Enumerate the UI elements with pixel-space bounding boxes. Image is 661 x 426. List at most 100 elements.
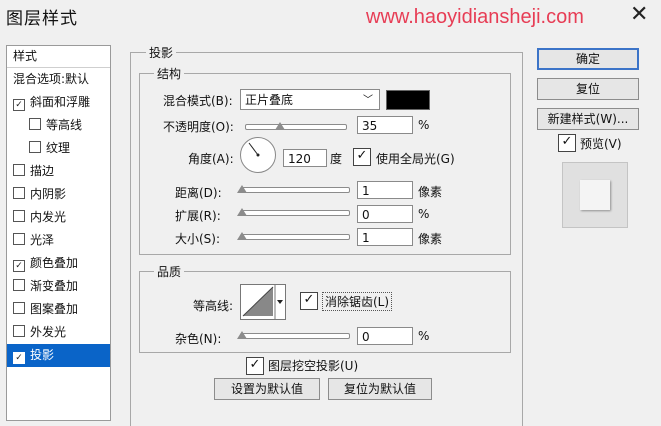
style-item[interactable]: 等高线 bbox=[7, 114, 110, 137]
style-item-checkbox[interactable]: ✓ bbox=[13, 99, 25, 111]
style-item-label: 光泽 bbox=[30, 233, 55, 247]
noise-input[interactable]: 0 bbox=[357, 327, 413, 345]
style-item-checkbox[interactable] bbox=[13, 210, 25, 222]
anti-alias-label[interactable]: 消除锯齿(L) bbox=[322, 292, 393, 311]
opacity-slider-thumb[interactable] bbox=[275, 122, 285, 130]
opacity-label: 不透明度(O): bbox=[163, 120, 234, 134]
style-item-label: 颜色叠加 bbox=[30, 256, 79, 270]
spread-slider[interactable] bbox=[240, 210, 350, 216]
blend-mode-label: 混合模式(B): bbox=[163, 94, 233, 108]
noise-slider[interactable] bbox=[240, 333, 350, 339]
opacity-input[interactable]: 35 bbox=[357, 116, 413, 134]
preview-swatch bbox=[580, 180, 610, 210]
contour-curve-icon bbox=[242, 285, 283, 319]
distance-label: 距离(D): bbox=[175, 186, 222, 200]
style-item-label: 渐变叠加 bbox=[30, 279, 79, 293]
check-icon: ✓ bbox=[303, 292, 315, 307]
opacity-slider[interactable] bbox=[245, 124, 347, 130]
style-item[interactable]: ✓ 斜面和浮雕 bbox=[7, 91, 110, 114]
style-item-label: 图案叠加 bbox=[30, 302, 79, 316]
angle-dial[interactable] bbox=[240, 137, 276, 173]
style-list-header: 样式 bbox=[7, 46, 110, 68]
style-item-checkbox[interactable] bbox=[13, 325, 25, 337]
angle-label: 角度(A): bbox=[188, 152, 234, 166]
size-label: 大小(S): bbox=[175, 232, 221, 246]
style-item[interactable]: 外发光 bbox=[7, 321, 110, 344]
structure-title: 结构 bbox=[154, 65, 185, 82]
style-item-checkbox[interactable] bbox=[13, 164, 25, 176]
global-light-checkbox[interactable]: ✓ bbox=[353, 148, 371, 166]
style-item-label: 投影 bbox=[30, 348, 55, 362]
distance-input[interactable]: 1 bbox=[357, 181, 413, 199]
reset-default-button[interactable]: 复位为默认值 bbox=[328, 378, 432, 400]
preview-label[interactable]: 预览(V) bbox=[580, 135, 622, 152]
quality-title: 品质 bbox=[154, 263, 185, 280]
style-item-checkbox[interactable] bbox=[29, 118, 41, 130]
style-item-checkbox[interactable]: ✓ bbox=[13, 260, 25, 272]
preview-thumbnail bbox=[562, 162, 628, 228]
global-light-label[interactable]: 使用全局光(G) bbox=[376, 150, 455, 167]
distance-slider-thumb[interactable] bbox=[237, 185, 247, 193]
style-item-label: 外发光 bbox=[30, 325, 67, 339]
watermark-text: www.haoyidiansheji.com bbox=[366, 6, 584, 28]
style-item[interactable]: 内阴影 bbox=[7, 183, 110, 206]
style-item-label: 内阴影 bbox=[30, 187, 67, 201]
distance-unit: 像素 bbox=[418, 185, 443, 199]
preview-checkbox[interactable]: ✓ bbox=[558, 134, 576, 152]
style-item-label: 纹理 bbox=[46, 141, 71, 155]
style-item-label: 混合选项:默认 bbox=[13, 72, 90, 86]
distance-slider[interactable] bbox=[240, 187, 350, 193]
spread-unit: % bbox=[418, 207, 430, 221]
knockout-label[interactable]: 图层挖空投影(U) bbox=[268, 357, 358, 374]
style-item-checkbox[interactable] bbox=[13, 187, 25, 199]
angle-unit: 度 bbox=[330, 152, 343, 166]
style-item-checkbox[interactable]: ✓ bbox=[13, 352, 25, 364]
close-icon[interactable]: ✕ bbox=[630, 2, 648, 27]
reset-button[interactable]: 复位 bbox=[537, 78, 639, 100]
noise-slider-thumb[interactable] bbox=[237, 331, 247, 339]
style-item[interactable]: 内发光 bbox=[7, 206, 110, 229]
style-items: 混合选项:默认 ✓ 斜面和浮雕等高线纹理描边内阴影内发光光泽 ✓ 颜色叠加渐变叠加图案叠… bbox=[7, 68, 110, 367]
spread-label: 扩展(R): bbox=[175, 209, 221, 223]
style-item-label: 斜面和浮雕 bbox=[30, 95, 91, 109]
spread-input[interactable]: 0 bbox=[357, 205, 413, 223]
new-style-button[interactable]: 新建样式(W)... bbox=[537, 108, 639, 130]
knockout-checkbox[interactable]: ✓ bbox=[246, 357, 264, 375]
style-item-checkbox[interactable] bbox=[13, 233, 25, 245]
style-item-label: 等高线 bbox=[46, 118, 83, 132]
contour-picker[interactable] bbox=[240, 284, 286, 320]
style-item-checkbox[interactable] bbox=[29, 141, 41, 153]
noise-unit: % bbox=[418, 329, 430, 343]
shadow-color-swatch[interactable] bbox=[386, 90, 430, 110]
blend-mode-select[interactable]: 正片叠底 ﹀ bbox=[240, 89, 380, 110]
check-icon: ✓ bbox=[561, 134, 573, 149]
style-item-label: 内发光 bbox=[30, 210, 67, 224]
size-unit: 像素 bbox=[418, 232, 443, 246]
drop-shadow-title: 投影 bbox=[146, 44, 177, 61]
make-default-button[interactable]: 设置为默认值 bbox=[214, 378, 320, 400]
style-item-checkbox[interactable] bbox=[13, 279, 25, 291]
style-item[interactable]: ✓ 颜色叠加 bbox=[7, 252, 110, 275]
spread-slider-thumb[interactable] bbox=[237, 208, 247, 216]
style-item-checkbox[interactable] bbox=[13, 302, 25, 314]
style-item-label: 描边 bbox=[30, 164, 55, 178]
style-item[interactable]: 渐变叠加 bbox=[7, 275, 110, 298]
style-item[interactable]: ✓ 投影 bbox=[7, 344, 110, 367]
anti-alias-checkbox[interactable]: ✓ bbox=[300, 292, 318, 310]
contour-label: 等高线: bbox=[193, 299, 234, 313]
chevron-down-icon: ﹀ bbox=[363, 95, 373, 106]
check-icon: ✓ bbox=[249, 357, 261, 372]
check-icon: ✓ bbox=[356, 148, 368, 163]
style-item[interactable]: 光泽 bbox=[7, 229, 110, 252]
ok-button[interactable]: 确定 bbox=[537, 48, 639, 70]
angle-input[interactable]: 120 bbox=[283, 149, 327, 167]
size-slider[interactable] bbox=[240, 234, 350, 240]
size-slider-thumb[interactable] bbox=[237, 232, 247, 240]
style-item[interactable]: 图案叠加 bbox=[7, 298, 110, 321]
style-item[interactable]: 纹理 bbox=[7, 137, 110, 160]
angle-dial-needle bbox=[248, 142, 260, 157]
style-item[interactable]: 描边 bbox=[7, 160, 110, 183]
size-input[interactable]: 1 bbox=[357, 228, 413, 246]
blend-mode-value: 正片叠底 bbox=[245, 93, 294, 107]
style-item[interactable]: 混合选项:默认 bbox=[7, 68, 110, 91]
